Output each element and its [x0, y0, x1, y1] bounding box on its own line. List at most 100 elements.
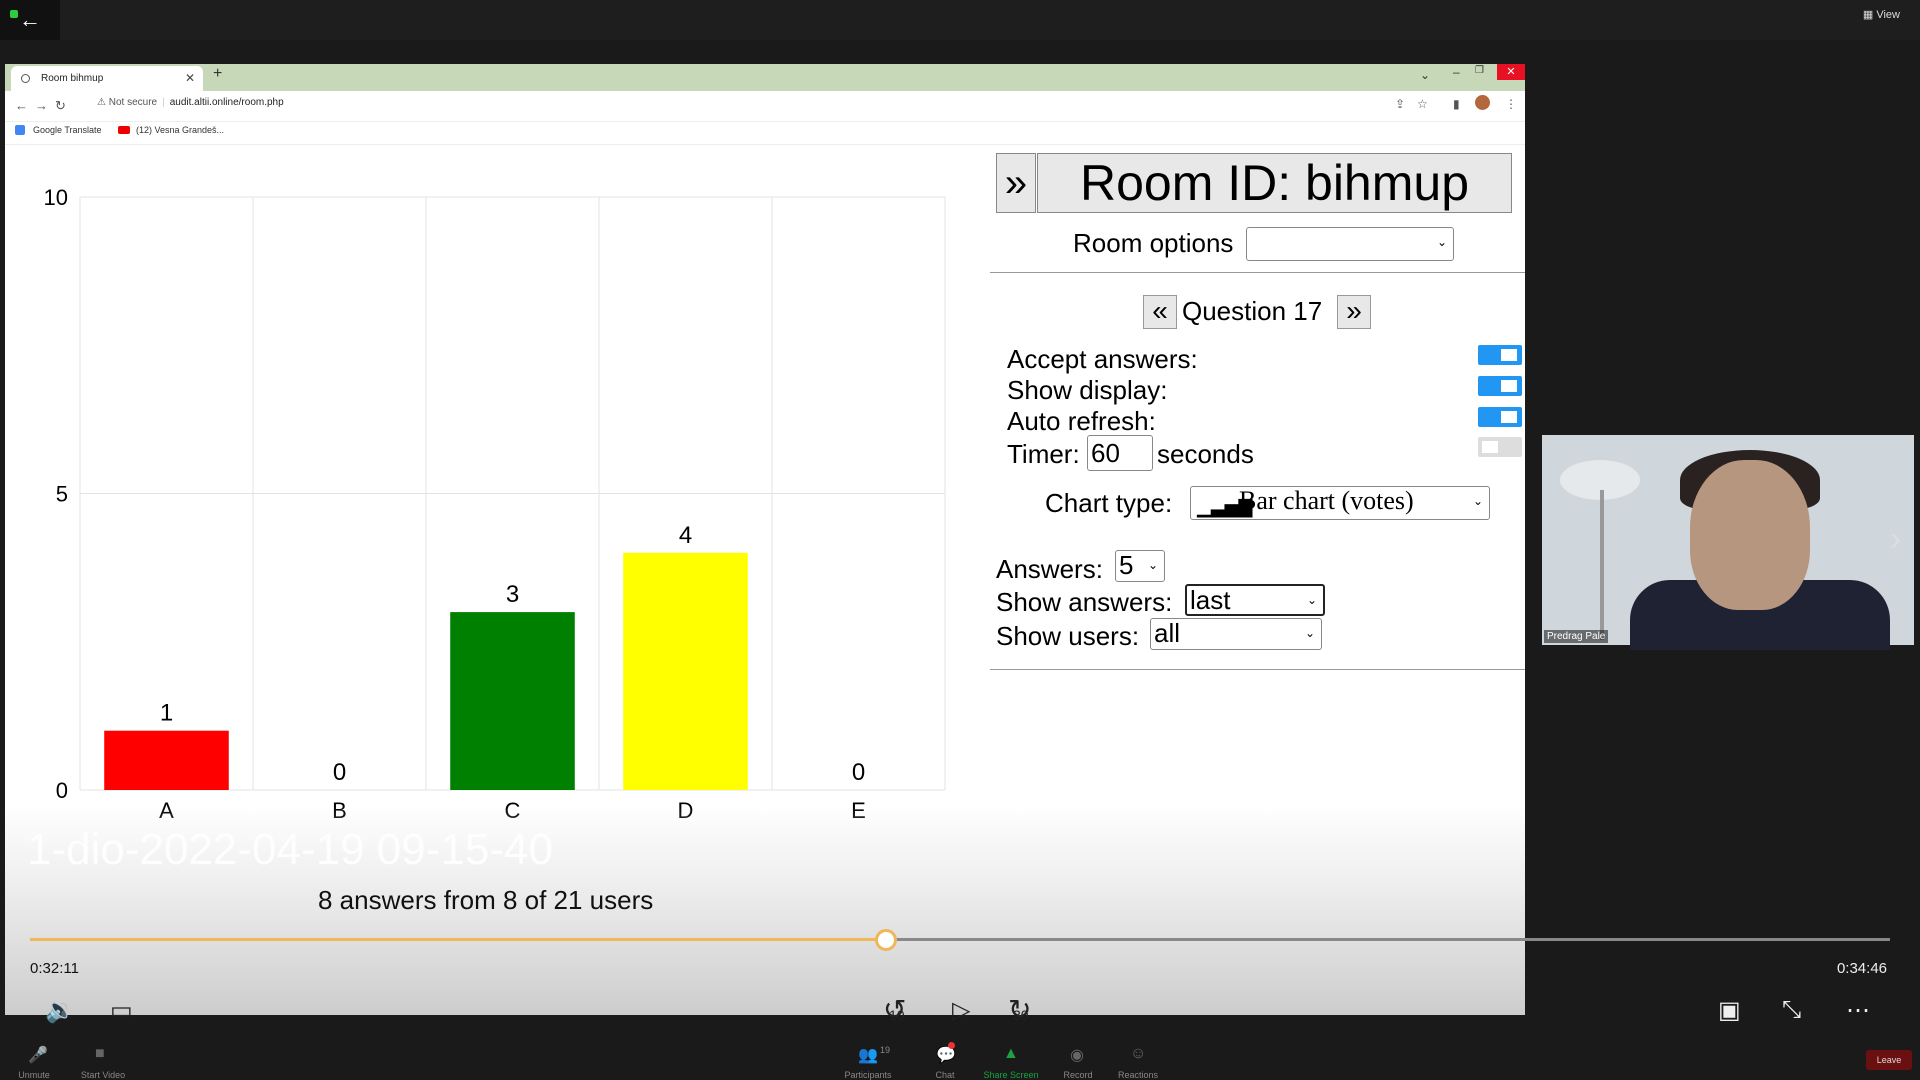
- bar-value-label: 1: [160, 700, 173, 727]
- answers-value: 5: [1119, 550, 1134, 580]
- chat-badge: [948, 1042, 955, 1049]
- chevron-right-icon[interactable]: ›: [1890, 520, 1901, 559]
- side-panel-icon[interactable]: ▮: [1453, 97, 1460, 111]
- restore-button[interactable]: ❐: [1475, 65, 1484, 76]
- reload-icon[interactable]: ↻: [55, 98, 66, 114]
- browser-tab[interactable]: Room bihmup ✕: [11, 66, 203, 91]
- warning-icon: ⚠: [97, 97, 106, 108]
- menu-icon[interactable]: ⋮: [1505, 97, 1517, 111]
- rewind-10-label: 10: [889, 1007, 905, 1023]
- back-arrow-icon[interactable]: ←: [0, 0, 60, 40]
- next-question-button[interactable]: »: [1337, 295, 1371, 329]
- not-secure-label: Not secure: [108, 97, 158, 108]
- reactions-icon[interactable]: ☺: [1130, 1045, 1146, 1063]
- lamp-pole: [1600, 490, 1604, 640]
- forward-30-label: 30: [1013, 1007, 1029, 1023]
- more-options-icon[interactable]: ⋯: [1846, 996, 1870, 1025]
- reactions-button[interactable]: Reactions: [1113, 1070, 1163, 1080]
- bar-d: [623, 552, 748, 790]
- forward-30-button[interactable]: ↻ 30: [1008, 993, 1031, 1026]
- record-button[interactable]: Record: [1058, 1070, 1098, 1080]
- start-video-button[interactable]: Start Video: [78, 1070, 128, 1080]
- participants-button[interactable]: Participants: [838, 1070, 898, 1080]
- chevron-down-icon: ⌄: [1304, 626, 1315, 640]
- answers-summary: 8 answers from 8 of 21 users: [318, 885, 654, 915]
- seek-handle[interactable]: [875, 929, 897, 951]
- bar-value-label: 4: [679, 522, 692, 549]
- recording-title: 1-dio-2022-04-19 09-15-40: [27, 825, 553, 874]
- video-off-icon[interactable]: ■: [95, 1045, 105, 1063]
- timer-toggle[interactable]: [1478, 437, 1522, 457]
- back-icon[interactable]: ←: [15, 98, 28, 113]
- microphone-muted-icon[interactable]: 🎤: [28, 1045, 48, 1065]
- collapse-panel-button[interactable]: »: [996, 153, 1036, 213]
- picture-in-picture-icon[interactable]: ▣: [1718, 996, 1741, 1025]
- forward-icon[interactable]: →: [35, 98, 48, 113]
- current-time: 0:32:11: [30, 960, 79, 977]
- timer-label: Timer:: [1007, 439, 1080, 469]
- show-users-value: all: [1154, 618, 1181, 648]
- seek-bar-progress: [30, 938, 886, 941]
- share-screen-button[interactable]: Share Screen: [980, 1070, 1042, 1080]
- bar-chart-icon: ▁▃▅▇: [1197, 497, 1253, 517]
- participants-count: 19: [880, 1045, 891, 1055]
- participants-icon[interactable]: 👥: [858, 1045, 878, 1065]
- chevron-down-icon: ⌄: [1147, 558, 1158, 572]
- new-tab-button[interactable]: +: [213, 65, 222, 83]
- tab-strip: Room bihmup ✕ + ⌄ – ❐ ✕: [5, 64, 1525, 91]
- close-tab-icon[interactable]: ✕: [185, 66, 195, 91]
- room-options-select[interactable]: ⌄: [1246, 227, 1454, 261]
- participant-name: Predrag Pale: [1544, 630, 1609, 643]
- tab-title: Room bihmup: [41, 73, 104, 84]
- youtube-icon: [118, 126, 130, 134]
- bar-value-label: 0: [852, 759, 865, 786]
- globe-icon: [21, 74, 30, 83]
- chevron-down-icon: ⌄: [1436, 235, 1447, 249]
- minimize-button[interactable]: –: [1453, 65, 1460, 79]
- chart-type-label: Chart type:: [1045, 488, 1173, 518]
- bookmark-youtube[interactable]: (12) Vesna Grandeš...: [136, 125, 224, 135]
- accept-answers-label: Accept answers:: [1007, 344, 1198, 374]
- view-button[interactable]: ▦ View: [1863, 8, 1900, 21]
- bookmarks-bar: Google Translate (12) Vesna Grandeš...: [5, 121, 1525, 141]
- room-control-panel: » Room ID: bihmup Room options ⌄ « Quest…: [990, 145, 1525, 745]
- chat-button[interactable]: Chat: [925, 1070, 965, 1080]
- url-field[interactable]: ⚠ Not secure | audit.altii.online/room.php: [97, 97, 284, 108]
- star-icon[interactable]: ☆: [1417, 97, 1428, 111]
- close-window-button[interactable]: ✕: [1497, 64, 1525, 80]
- bookmark-google-translate[interactable]: Google Translate: [33, 125, 102, 135]
- show-answers-label: Show answers:: [996, 587, 1173, 617]
- show-users-label: Show users:: [996, 621, 1140, 651]
- show-users-select[interactable]: all ⌄: [1150, 618, 1322, 650]
- share-icon[interactable]: ⇪: [1395, 97, 1405, 111]
- view-label: View: [1876, 9, 1900, 21]
- show-display-label: Show display:: [1007, 375, 1168, 405]
- chart-type-select[interactable]: ▁▃▅▇ Bar chart (votes) ⌄: [1190, 486, 1490, 520]
- bar-value-label: 0: [333, 759, 346, 786]
- captions-icon[interactable]: ▭: [110, 996, 133, 1025]
- room-id-heading: Room ID: bihmup: [1037, 153, 1512, 213]
- auto-refresh-toggle[interactable]: [1478, 407, 1522, 427]
- exit-fullscreen-icon[interactable]: ⤡: [1782, 996, 1801, 1024]
- profile-avatar[interactable]: [1475, 95, 1490, 110]
- rewind-10-button[interactable]: ↺ 10: [883, 993, 906, 1026]
- show-answers-value: last: [1190, 585, 1231, 615]
- accept-answers-toggle[interactable]: [1478, 345, 1522, 365]
- chevron-down-icon[interactable]: ⌄: [1420, 68, 1430, 82]
- chart-type-value: Bar chart (votes): [1239, 486, 1414, 515]
- share-screen-icon[interactable]: ▲: [1003, 1045, 1019, 1063]
- prev-question-button[interactable]: «: [1143, 295, 1177, 329]
- show-answers-select[interactable]: last ⌄: [1185, 584, 1325, 616]
- timer-input[interactable]: 60: [1087, 435, 1153, 471]
- auto-refresh-label: Auto refresh:: [1007, 406, 1156, 436]
- meeting-top-bar: [0, 0, 1920, 40]
- room-options-label: Room options: [1073, 228, 1234, 258]
- answers-select[interactable]: 5 ⌄: [1115, 550, 1165, 582]
- record-icon[interactable]: ◉: [1070, 1045, 1084, 1065]
- show-display-toggle[interactable]: [1478, 376, 1522, 396]
- leave-button[interactable]: Leave: [1866, 1050, 1912, 1070]
- unmute-button[interactable]: Unmute: [14, 1070, 54, 1080]
- bar-a: [104, 730, 229, 790]
- play-button[interactable]: ▷: [952, 996, 970, 1025]
- volume-icon[interactable]: 🔉: [45, 996, 75, 1025]
